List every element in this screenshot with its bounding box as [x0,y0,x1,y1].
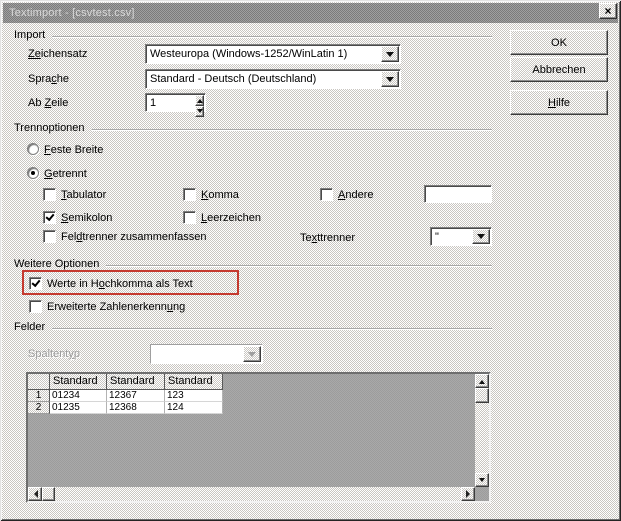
section-other-options: Weitere Optionen [14,258,492,270]
comma-checkbox[interactable] [183,188,196,201]
arrow-left-icon [30,490,38,498]
scroll-right-button[interactable] [461,487,475,501]
language-combobox[interactable]: Standard - Deutsch (Deutschland) [145,69,401,89]
help-button[interactable]: Hilfe [510,90,608,115]
language-dropdown-arrow[interactable] [381,71,399,87]
from-row-label: Ab Zeile [28,97,69,109]
row-header-1: 1 [28,390,50,402]
scroll-up-button[interactable] [475,374,489,388]
column-header-3[interactable]: Standard [165,374,223,390]
chevron-down-icon [386,51,394,61]
chevron-down-icon [477,234,485,243]
table-cell[interactable]: 01235 [50,402,107,414]
textimport-dialog: Textimport - [csvtest.csv] × Import Zeic… [0,0,621,521]
vertical-scroll-thumb[interactable] [475,388,489,403]
table-cell[interactable]: 12367 [107,390,165,402]
section-fields-title: Felder [14,321,46,333]
column-type-combobox [150,344,263,364]
arrow-down-icon [479,477,485,485]
merge-delimiters-label[interactable]: Feldtrenner zusammenfassen [61,230,207,244]
preview-table: Standard Standard Standard 1 01234 12367… [28,374,223,414]
charset-dropdown-arrow[interactable] [381,46,399,62]
section-other-options-title: Weitere Optionen [14,258,100,270]
charset-combobox[interactable]: Westeuropa (Windows-1252/WinLatin 1) [145,44,401,64]
semicolon-checkbox[interactable] [43,211,56,224]
semicolon-label[interactable]: Semikolon [61,211,112,225]
scroll-left-button[interactable] [28,487,42,501]
comma-label[interactable]: Komma [201,188,239,202]
annotation-highlight [22,270,239,295]
column-header-2[interactable]: Standard [107,374,165,390]
spin-up-button[interactable] [195,95,204,106]
column-header-1[interactable]: Standard [50,374,107,390]
section-import: Import [14,29,492,41]
separated-label[interactable]: Getrennt [44,167,87,181]
table-corner-cell [28,374,50,390]
other-label[interactable]: Andere [338,188,373,202]
merge-delimiters-checkbox[interactable] [43,230,56,243]
from-row-spinner[interactable] [145,93,206,117]
ok-button[interactable]: OK [510,30,608,55]
charset-label: Zeichensatz [28,48,88,60]
section-fields: Felder [14,321,492,333]
spin-down-icon [196,109,203,116]
fixed-width-label[interactable]: Feste Breite [44,143,103,157]
other-separator-input[interactable] [424,185,492,203]
fixed-width-radio[interactable] [27,143,39,155]
text-delimiter-combobox[interactable]: " [430,227,492,246]
section-separator: Trennoptionen [14,122,492,134]
text-delimiter-label: Texttrenner [300,232,356,244]
table-header-row: Standard Standard Standard [28,374,223,390]
scroll-down-button[interactable] [475,473,489,487]
cancel-button[interactable]: Abbrechen [510,57,608,82]
close-button[interactable]: × [599,3,617,19]
close-icon: × [604,4,612,18]
language-label: Sprache [28,73,69,85]
table-cell[interactable]: 123 [165,390,223,402]
tab-checkbox[interactable] [43,188,56,201]
spin-down-button[interactable] [195,106,204,117]
table-cell[interactable]: 01234 [50,390,107,402]
space-checkbox[interactable] [183,211,196,224]
detect-numbers-label[interactable]: Erweiterte Zahlenerkennung [47,300,185,314]
arrow-up-icon [479,377,485,384]
spin-up-icon [196,96,203,103]
arrow-right-icon [465,490,474,498]
section-separator-title: Trennoptionen [14,122,85,134]
from-row-input[interactable] [146,94,194,111]
charset-value: Westeuropa (Windows-1252/WinLatin 1) [150,48,348,60]
horizontal-scrollbar[interactable] [28,487,475,501]
window-title: Textimport - [csvtest.csv] [9,7,135,19]
horizontal-scroll-thumb[interactable] [42,487,55,501]
section-fields-line [52,328,492,330]
section-other-options-line [106,265,492,267]
space-label[interactable]: Leerzeichen [201,211,261,225]
text-delimiter-dropdown-arrow[interactable] [472,229,490,244]
preview-panel: Standard Standard Standard 1 01234 12367… [26,372,491,503]
title-bar[interactable]: Textimport - [csvtest.csv] [3,3,618,23]
column-type-label: Spaltentyp [28,348,80,360]
column-type-dropdown-arrow [243,346,261,362]
text-delimiter-value: " [435,230,439,243]
other-checkbox[interactable] [320,188,333,201]
language-value: Standard - Deutsch (Deutschland) [150,73,317,85]
detect-numbers-checkbox[interactable] [29,300,42,313]
separated-radio[interactable] [27,167,39,179]
table-cell[interactable]: 12368 [107,402,165,414]
vertical-scrollbar[interactable] [475,374,489,487]
table-row: 1 01234 12367 123 [28,390,223,402]
section-separator-line [91,129,492,131]
tab-label[interactable]: Tabulator [61,188,106,202]
section-import-title: Import [14,29,46,41]
row-header-2: 2 [28,402,50,414]
table-cell[interactable]: 124 [165,402,223,414]
chevron-down-icon [386,76,394,86]
table-row: 2 01235 12368 124 [28,402,223,414]
section-import-line [52,36,492,38]
chevron-down-icon [248,351,256,361]
